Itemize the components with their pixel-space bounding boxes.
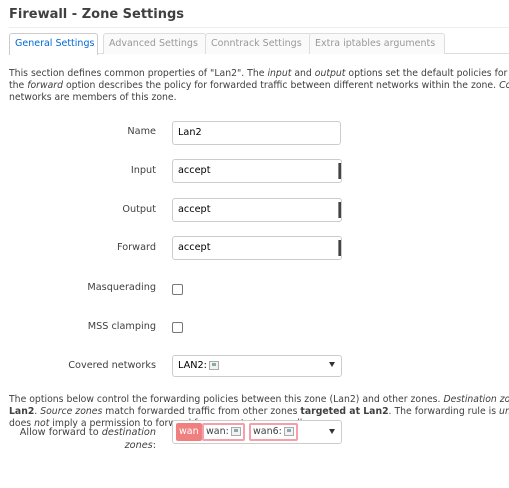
name-label: Name [127,126,156,137]
forward-label: Forward [117,242,156,253]
intro-line-1: This section defines common properties o… [9,68,509,79]
select-arrow-icon [338,163,341,179]
covered-networks-label: Covered networks [68,360,156,371]
output-policy-select[interactable]: accept [172,198,342,222]
forward-desc-line-1: The options below control the forwarding… [9,394,509,405]
network-icon [283,427,294,436]
covered-networks-select[interactable]: LAN2: [172,355,342,377]
select-arrow-icon [338,202,341,218]
tab-conntrack-settings[interactable]: Conntrack Settings [205,33,312,54]
tab-extra-iptables[interactable]: Extra iptables arguments [309,33,445,54]
intro-line-2: the forward option describes the policy … [9,80,509,91]
select-arrow-icon [338,240,341,256]
forward-policy-select[interactable]: accept [172,236,342,260]
masquerading-checkbox[interactable] [172,284,183,295]
input-policy-value: accept [178,165,211,176]
chevron-down-icon [329,362,335,367]
tab-general-settings[interactable]: General Settings [9,33,98,55]
chevron-down-icon [329,429,335,434]
network-icon [230,427,241,436]
allow-forward-label: Allow forward to destination zones: [19,427,156,451]
network-icon [208,360,219,370]
masquerading-label: Masquerading [87,282,156,293]
covered-network-chip: LAN2: [178,360,219,371]
intro-line-3: networks are members of this zone. [9,92,177,103]
zone-chip-wan-network[interactable]: wan: [202,423,245,441]
destination-zones-select[interactable]: wan wan: wan6: [172,420,342,444]
forward-policy-value: accept [178,242,211,253]
output-policy-value: accept [178,204,211,215]
input-label: Input [130,165,156,176]
forward-desc-line-2: Lan2. Source zones match forwarded traff… [9,406,509,417]
zone-chip-wan6-network[interactable]: wan6: [249,423,298,441]
input-policy-select[interactable]: accept [172,159,342,183]
page-title: Firewall - Zone Settings [9,7,185,22]
name-input[interactable]: Lan2 [172,121,341,145]
tab-bar: General Settings Advanced Settings Connt… [9,33,509,55]
mss-clamping-label: MSS clamping [87,321,156,332]
output-label: Output [122,204,156,215]
zone-chip-wan[interactable]: wan [176,423,202,441]
title-divider [9,27,509,28]
mss-clamping-checkbox[interactable] [172,322,183,333]
tab-advanced-settings[interactable]: Advanced Settings [103,33,206,54]
